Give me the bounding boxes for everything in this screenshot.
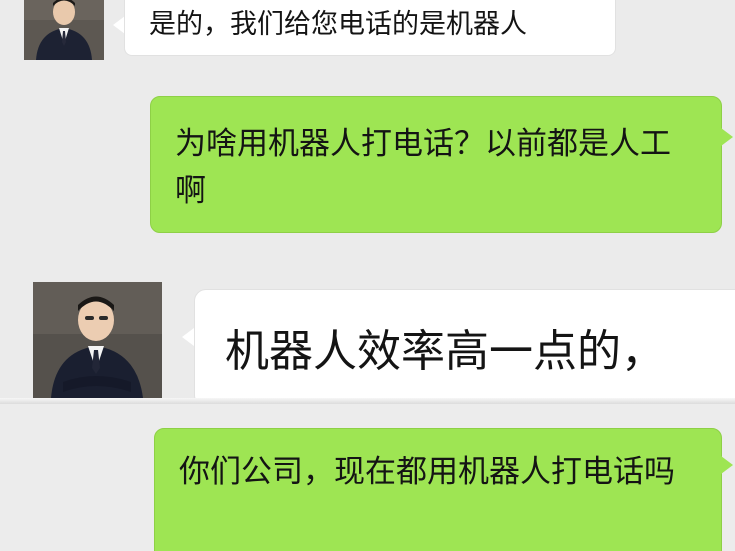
message-text: 机器人效率高一点的， [225,326,665,377]
message-text: 为啥用机器人打电话？以前都是人工啊 [175,126,671,209]
outgoing-message-bubble[interactable]: 你们公司，现在都用机器人打电话吗 [154,428,722,551]
message-text: 是的，我们给您电话的是机器人 [149,9,527,40]
incoming-message-bubble[interactable]: 是的，我们给您电话的是机器人 [124,0,616,56]
message-text: 你们公司，现在都用机器人打电话吗 [179,454,675,490]
contact-avatar[interactable] [33,282,162,398]
bubble-tail [721,128,733,146]
chat-panel-top: 是的，我们给您电话的是机器人 为啥用机器人打电话？以前都是人工啊 机器人效率高一… [0,0,735,398]
chat-screenshot: 是的，我们给您电话的是机器人 为啥用机器人打电话？以前都是人工啊 机器人效率高一… [0,0,735,551]
bubble-tail [182,328,194,346]
person-in-suit-icon [24,0,104,60]
outgoing-message-bubble[interactable]: 为啥用机器人打电话？以前都是人工啊 [150,96,722,233]
contact-avatar[interactable] [24,0,104,60]
incoming-message-bubble[interactable]: 机器人效率高一点的， [194,289,735,398]
bubble-tail [721,456,733,474]
person-in-suit-icon [33,282,162,398]
